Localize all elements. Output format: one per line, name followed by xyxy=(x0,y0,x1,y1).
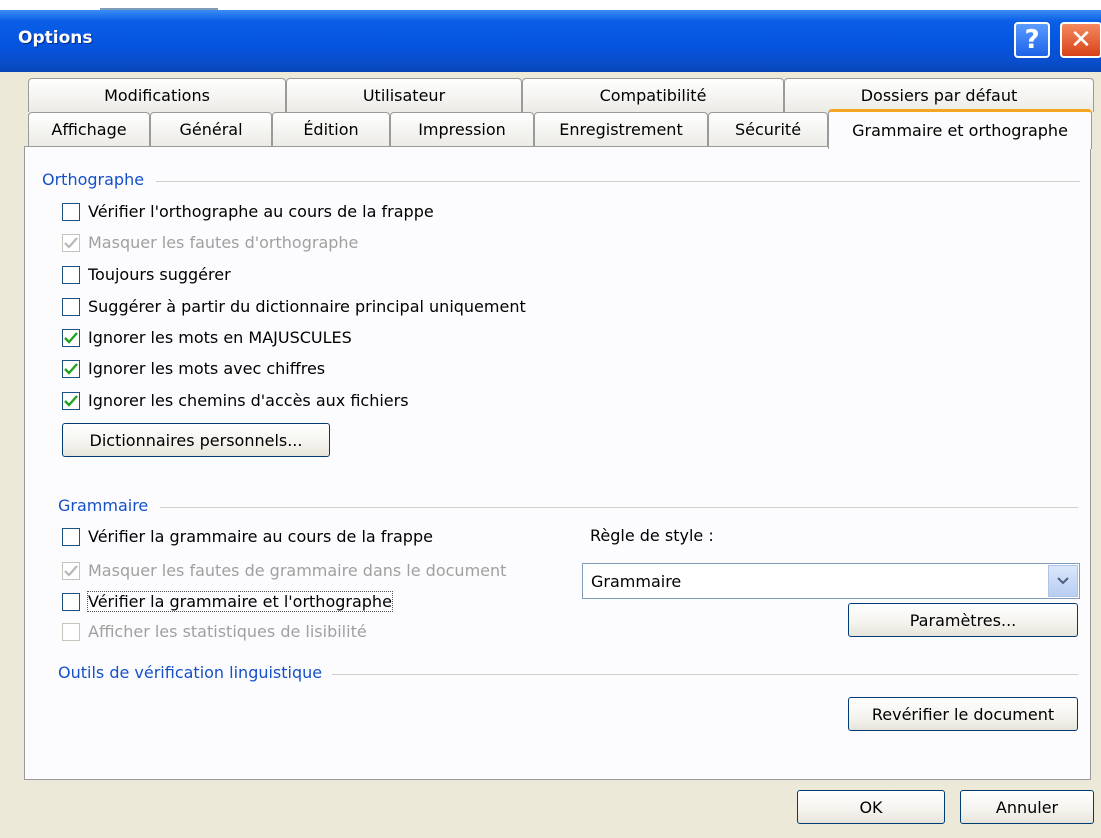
option-show-readability-statistics: Afficher les statistiques de lisibilité xyxy=(62,622,367,641)
section-divider xyxy=(332,674,1078,675)
tab-general[interactable]: Général xyxy=(150,112,272,146)
tab-impression[interactable]: Impression xyxy=(390,112,534,146)
section-title-orthographe: Orthographe xyxy=(42,170,145,189)
option-label: Masquer les fautes d'orthographe xyxy=(88,233,359,252)
custom-dictionaries-button[interactable]: Dictionnaires personnels... xyxy=(62,423,330,457)
tab-enregistrement[interactable]: Enregistrement xyxy=(534,112,708,146)
option-ignore-uppercase[interactable]: Ignorer les mots en MAJUSCULES xyxy=(62,328,352,347)
top-strip xyxy=(0,0,1101,10)
button-label: Revérifier le document xyxy=(871,704,1055,724)
option-label: Vérifier la grammaire au cours de la fra… xyxy=(88,527,433,546)
help-button[interactable]: ? xyxy=(1014,22,1050,58)
checkbox[interactable] xyxy=(62,328,80,347)
tab-securite[interactable]: Sécurité xyxy=(708,112,828,146)
recheck-document-button[interactable]: Revérifier le document xyxy=(848,697,1078,731)
tab-modifications[interactable]: Modifications xyxy=(28,78,286,112)
option-hide-grammar-errors: Masquer les fautes de grammaire dans le … xyxy=(62,561,506,580)
style-rule-select[interactable]: Grammaire xyxy=(582,563,1080,599)
ok-button[interactable]: OK xyxy=(797,790,945,824)
section-title-proofing-tools: Outils de vérification linguistique xyxy=(58,663,323,682)
tab-utilisateur[interactable]: Utilisateur xyxy=(286,78,522,112)
tab-grammaire-et-orthographe[interactable]: Grammaire et orthographe xyxy=(828,109,1092,149)
option-label: Ignorer les mots en MAJUSCULES xyxy=(88,328,352,347)
tab-label: Grammaire et orthographe xyxy=(852,121,1068,140)
checkbox[interactable] xyxy=(62,527,80,546)
section-divider xyxy=(156,181,1080,182)
option-label: Ignorer les mots avec chiffres xyxy=(88,359,326,378)
checkbox[interactable] xyxy=(62,359,80,378)
option-ignore-words-with-numbers[interactable]: Ignorer les mots avec chiffres xyxy=(62,359,325,378)
section-title-grammaire: Grammaire xyxy=(58,496,149,515)
checkmark-icon xyxy=(64,362,78,375)
section-divider xyxy=(160,507,1078,508)
option-check-grammar-as-you-type[interactable]: Vérifier la grammaire au cours de la fra… xyxy=(62,527,433,546)
tab-compatibilite[interactable]: Compatibilité xyxy=(522,78,784,112)
grammar-settings-button[interactable]: Paramètres... xyxy=(848,603,1078,637)
tab-label: Général xyxy=(179,120,243,139)
tab-dossiers-par-defaut[interactable]: Dossiers par défaut xyxy=(784,78,1094,112)
style-rule-value: Grammaire xyxy=(591,571,682,591)
tab-label: Affichage xyxy=(51,120,127,139)
options-dialog: Options ? ✕ Modifications Utilisateur Co… xyxy=(0,10,1101,838)
tab-label: Utilisateur xyxy=(362,86,446,105)
checkmark-icon xyxy=(64,236,78,249)
button-label: Paramètres... xyxy=(909,610,1017,630)
option-ignore-file-paths[interactable]: Ignorer les chemins d'accès aux fichiers xyxy=(62,391,409,410)
style-rule-label: Règle de style : xyxy=(590,526,714,545)
option-check-grammar-and-spelling[interactable]: Vérifier la grammaire et l'orthographe xyxy=(62,591,393,612)
option-label: Vérifier la grammaire et l'orthographe xyxy=(87,591,393,612)
checkbox xyxy=(62,622,80,641)
checkbox[interactable] xyxy=(62,297,80,316)
tab-edition[interactable]: Édition xyxy=(272,112,390,146)
option-label: Toujours suggérer xyxy=(88,265,231,284)
option-suggest-main-dictionary-only[interactable]: Suggérer à partir du dictionnaire princi… xyxy=(62,297,526,316)
option-always-suggest[interactable]: Toujours suggérer xyxy=(62,265,231,284)
checkmark-icon xyxy=(64,331,78,344)
button-label: OK xyxy=(859,797,883,817)
cancel-button[interactable]: Annuler xyxy=(960,790,1094,824)
tab-label: Compatibilité xyxy=(599,86,707,105)
tab-label: Modifications xyxy=(104,86,210,105)
checkbox xyxy=(62,561,80,580)
option-label: Ignorer les chemins d'accès aux fichiers xyxy=(88,391,409,410)
tab-affichage[interactable]: Affichage xyxy=(28,112,150,146)
tab-label: Sécurité xyxy=(734,120,802,139)
tab-label: Impression xyxy=(418,120,506,139)
help-icon: ? xyxy=(1024,25,1040,55)
option-label: Afficher les statistiques de lisibilité xyxy=(88,622,367,641)
tab-label: Enregistrement xyxy=(559,120,683,139)
tab-label: Édition xyxy=(303,120,359,139)
checkbox[interactable] xyxy=(62,391,80,410)
dialog-title: Options xyxy=(18,28,93,48)
checkbox[interactable] xyxy=(62,265,80,284)
close-button[interactable]: ✕ xyxy=(1060,22,1101,58)
close-icon: ✕ xyxy=(1070,25,1092,55)
option-label: Masquer les fautes de grammaire dans le … xyxy=(88,561,507,580)
button-label: Dictionnaires personnels... xyxy=(89,430,303,450)
option-label: Suggérer à partir du dictionnaire princi… xyxy=(88,297,526,316)
tab-label: Dossiers par défaut xyxy=(860,86,1018,105)
checkbox xyxy=(62,233,80,252)
button-label: Annuler xyxy=(995,797,1059,817)
option-label: Vérifier l'orthographe au cours de la fr… xyxy=(88,202,434,221)
checkbox[interactable] xyxy=(62,592,80,611)
chevron-down-icon[interactable] xyxy=(1048,565,1078,597)
checkmark-icon xyxy=(64,394,78,407)
title-bar[interactable]: Options ? ✕ xyxy=(0,10,1101,72)
checkbox[interactable] xyxy=(62,202,80,221)
checkmark-icon xyxy=(64,564,78,577)
option-hide-spelling-errors: Masquer les fautes d'orthographe xyxy=(62,233,358,252)
option-check-spelling-as-you-type[interactable]: Vérifier l'orthographe au cours de la fr… xyxy=(62,202,434,221)
